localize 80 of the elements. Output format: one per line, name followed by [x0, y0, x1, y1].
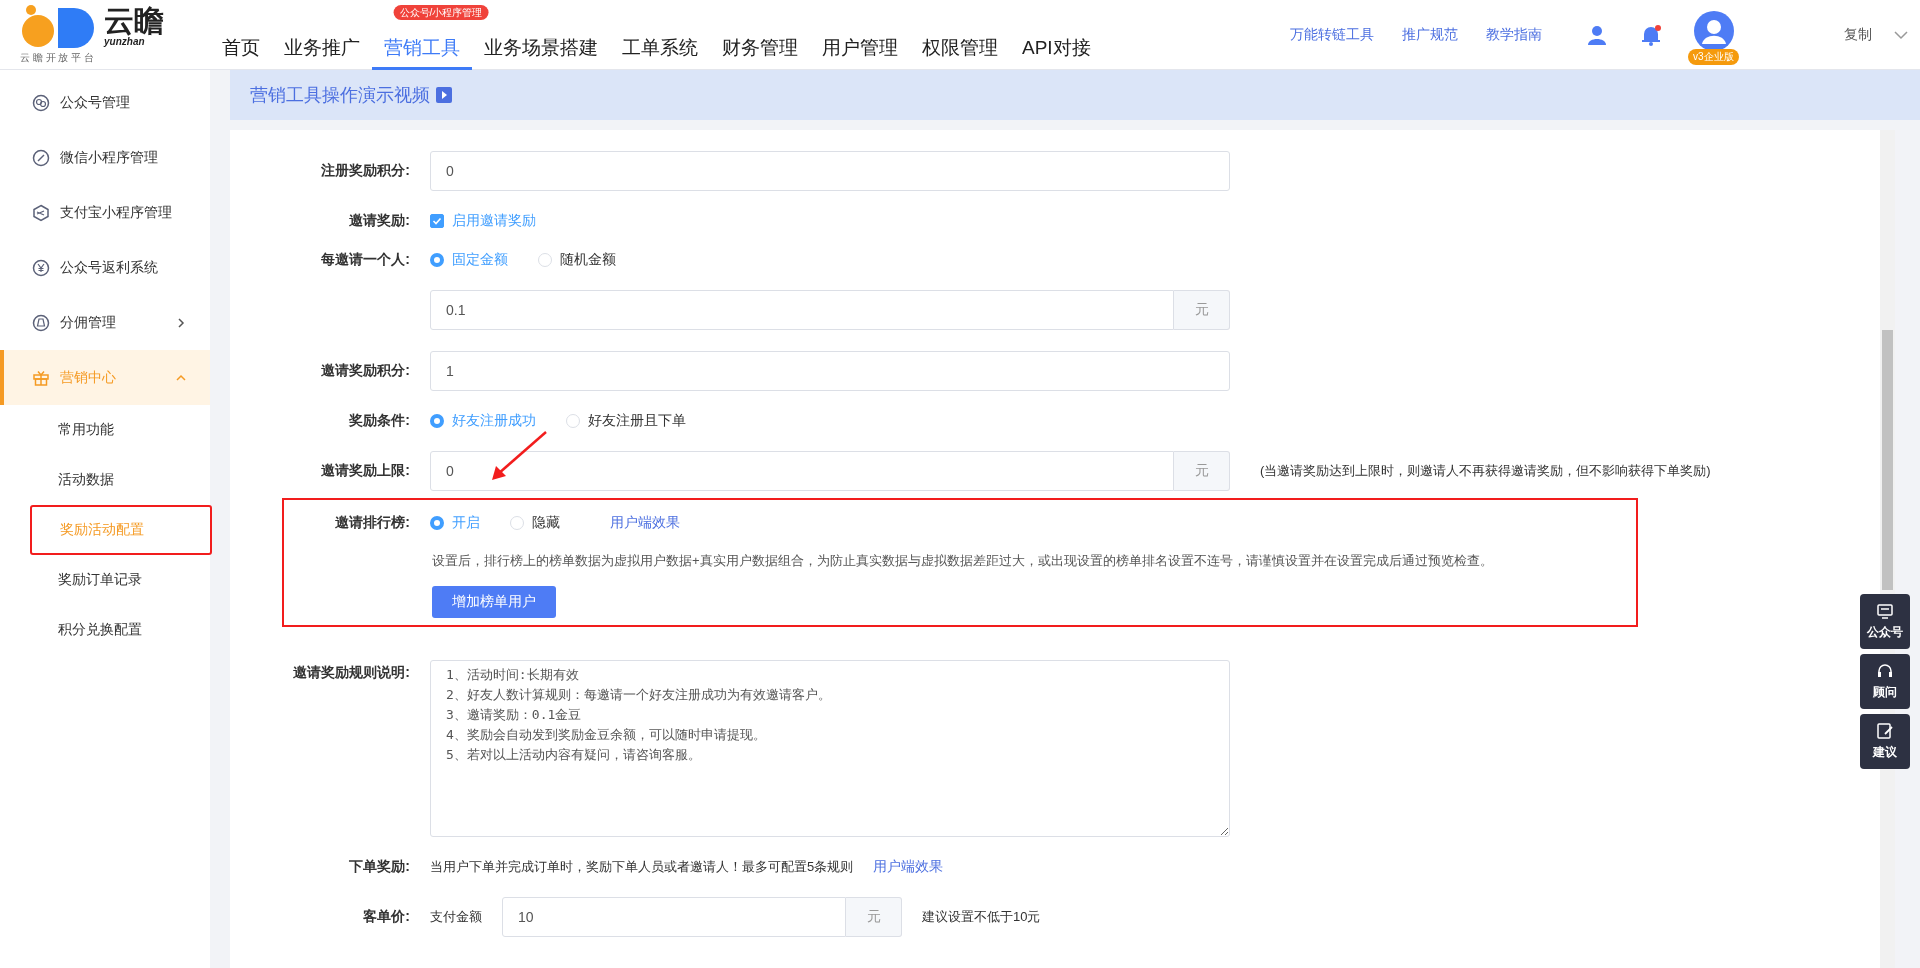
- cube-icon: [32, 203, 50, 222]
- field-label: 每邀请一个人:: [320, 251, 410, 269]
- preview-link[interactable]: 用户端效果: [610, 514, 680, 532]
- nav-tab[interactable]: 用户管理: [810, 21, 910, 70]
- avatar[interactable]: [1694, 10, 1734, 51]
- input-field[interactable]: 0.1: [430, 290, 1174, 330]
- header-link[interactable]: 教学指南: [1486, 25, 1542, 44]
- unit-label: 元: [846, 897, 902, 937]
- bell-icon[interactable]: [1640, 23, 1662, 46]
- chevron-up-icon: [176, 372, 186, 383]
- field-label: 注册奖励积分:: [320, 162, 410, 180]
- nav-tab[interactable]: 权限管理: [910, 21, 1010, 70]
- plan-badge: v3企业版: [1688, 48, 1739, 65]
- headset-icon: [1876, 662, 1894, 680]
- play-icon[interactable]: [436, 87, 452, 103]
- nav-badge: 公众号/小程序管理: [393, 4, 489, 20]
- logo-icon: [20, 4, 96, 48]
- logo-text: 云瞻: [104, 5, 164, 36]
- side-float-button[interactable]: 顾问: [1860, 654, 1910, 709]
- field-label: 客单价:: [362, 908, 410, 926]
- input-field[interactable]: 0: [430, 151, 1230, 191]
- gift-icon: [32, 368, 50, 387]
- radio-option[interactable]: 随机金额: [538, 251, 616, 269]
- nav-tab[interactable]: 首页: [210, 21, 272, 70]
- input-field[interactable]: 0: [430, 451, 1174, 491]
- side-float-button[interactable]: 建议: [1860, 714, 1910, 769]
- field-label: 邀请奖励积分:: [320, 362, 410, 380]
- tagline: 云 瞻 开 放 平 台: [20, 51, 95, 65]
- radio-button[interactable]: [430, 414, 444, 428]
- annotation-arrow: [490, 430, 548, 482]
- sidebar-item[interactable]: 公众号返利系统: [0, 240, 210, 295]
- description-text: 当用户下单并完成订单时，奖励下单人员或者邀请人！最多可配置5条规则: [430, 858, 854, 876]
- edit-icon: [1876, 722, 1894, 740]
- yen-icon: [32, 258, 50, 277]
- unit-label: 元: [1174, 451, 1230, 491]
- sidebar-item[interactable]: 公众号管理: [0, 75, 210, 130]
- sidebar-item[interactable]: 分佣管理: [0, 295, 210, 350]
- header-link[interactable]: 万能转链工具: [1290, 25, 1374, 44]
- field-label: 邀请奖励规则说明:: [292, 664, 410, 682]
- chevron-down-icon[interactable]: [1894, 29, 1908, 40]
- header-link[interactable]: 推广规范: [1402, 25, 1458, 44]
- field-label: 下单奖励:: [348, 858, 410, 876]
- radio-button[interactable]: [430, 516, 444, 530]
- hint-text: (当邀请奖励达到上限时，则邀请人不再获得邀请奖励，但不影响获得下单奖励): [1260, 462, 1711, 480]
- sidebar-subitem[interactable]: 奖励订单记录: [30, 555, 212, 605]
- unit-label: 元: [1174, 290, 1230, 330]
- nav-tab[interactable]: 业务推广: [272, 21, 372, 70]
- sidebar-subitem[interactable]: 常用功能: [30, 405, 212, 455]
- monitor-icon: [1876, 602, 1894, 620]
- checkmark-icon: [432, 216, 442, 226]
- sidebar-item[interactable]: 微信小程序管理: [0, 130, 210, 185]
- nav-tab[interactable]: 工单系统: [610, 21, 710, 70]
- note-text: 设置后，排行榜上的榜单数据为虚拟用户数据+真实用户数据组合，为防止真实数据与虚拟数据差距过大，或出现设置的榜单排名设置不连号，请谨慎设置并在设置完成后通过预览检查。: [432, 552, 1494, 570]
- logo-subtitle: yunzhan: [104, 35, 146, 47]
- add-user-button[interactable]: 增加榜单用户: [432, 586, 556, 618]
- nav-tab[interactable]: API对接: [1010, 21, 1103, 70]
- radio-option[interactable]: 好友注册且下单: [566, 412, 686, 430]
- sidebar-item[interactable]: 支付宝小程序管理: [0, 185, 210, 240]
- field-label: 邀请奖励上限:: [320, 462, 410, 480]
- rules-textarea[interactable]: 1、活动时间:长期有效 2、好友人数计算规则：每邀请一个好友注册成功为有效邀请客户。 3、邀请奖励：0.1金豆 4、奖励会自动发到奖励金豆余额，可以随时申请提现。 5、若对以上活动内容有疑问，请咨询客服。: [430, 660, 1230, 837]
- checkbox[interactable]: [430, 214, 444, 228]
- field-label: 邀请奖励:: [348, 212, 410, 230]
- hint-text: 建议设置不低于10元: [922, 908, 1041, 926]
- radio-button[interactable]: [430, 253, 444, 267]
- nav-tab[interactable]: 财务管理: [710, 21, 810, 70]
- input-field[interactable]: 10: [502, 897, 846, 937]
- chevron-right-icon: [176, 317, 186, 328]
- banner-title[interactable]: 营销工具操作演示视频: [250, 83, 430, 107]
- nav-tab[interactable]: 业务场景搭建: [472, 21, 610, 70]
- input-field[interactable]: 1: [430, 351, 1230, 391]
- side-float-button[interactable]: 公众号: [1860, 594, 1910, 649]
- sidebar-subitem[interactable]: 积分兑换配置: [30, 605, 212, 655]
- preview-link[interactable]: 用户端效果: [873, 858, 944, 876]
- field-label: 邀请排行榜:: [334, 514, 410, 532]
- sidebar-subitem[interactable]: 活动数据: [30, 455, 212, 505]
- field-label: 奖励条件:: [348, 412, 410, 430]
- prefix-text: 支付金额: [430, 908, 482, 926]
- radio-option[interactable]: 隐藏: [510, 514, 560, 532]
- chat-icon: [32, 93, 50, 112]
- copy-link[interactable]: 复制: [1844, 25, 1872, 44]
